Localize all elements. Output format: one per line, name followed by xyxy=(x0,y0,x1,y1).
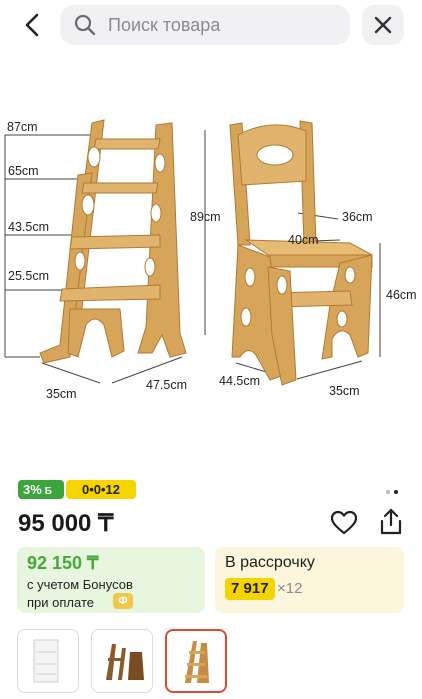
installment-amount: 7 917 xyxy=(225,578,275,600)
price: 95 000 ₸ xyxy=(18,510,114,537)
installment-badge: 0•0•12 xyxy=(66,480,136,499)
dim-label-35-left: 35cm xyxy=(46,387,77,401)
dim-label-65: 65cm xyxy=(8,164,39,178)
carousel-dot-active[interactable] xyxy=(394,490,398,494)
bonus-line1: с учетом Бонусов xyxy=(27,577,133,592)
thumbnail-3-image xyxy=(185,641,209,683)
dim-label-44-5: 44.5cm xyxy=(219,374,260,388)
bonus-badge: 3% Б xyxy=(18,480,64,499)
close-icon xyxy=(374,16,392,34)
thumbnail-1[interactable] xyxy=(17,629,79,693)
thumbnail-2-image xyxy=(106,644,144,680)
installment-multiplier: ×12 xyxy=(277,580,303,597)
installment-card[interactable]: В рассрочку 7 917 ×12 xyxy=(215,547,404,613)
installment-title: В рассрочку xyxy=(225,554,315,571)
close-button[interactable] xyxy=(362,5,404,45)
dim-label-36: 36cm xyxy=(342,210,373,224)
step-stool-illustration xyxy=(4,119,381,386)
bonus-price: 92 150 ₸ xyxy=(27,553,99,573)
top-bar: Поиск товара xyxy=(0,0,422,50)
carousel-dot[interactable] xyxy=(386,490,390,494)
search-placeholder: Поиск товара xyxy=(108,15,221,35)
dim-label-40: 40cm xyxy=(288,233,319,247)
search-icon xyxy=(74,14,96,36)
dim-label-46: 46cm xyxy=(386,288,417,302)
share-icon[interactable] xyxy=(378,508,404,536)
bonus-badge-label: 3% xyxy=(23,482,42,497)
carousel-dots xyxy=(386,481,402,499)
dim-label-25-5: 25.5cm xyxy=(8,269,49,283)
dim-label-47-5: 47.5cm xyxy=(146,378,187,392)
search-input[interactable]: Поиск товара xyxy=(60,5,350,45)
heart-icon[interactable] xyxy=(330,510,358,536)
thumbnail-3-selected[interactable] xyxy=(165,629,227,693)
dim-label-89: 89cm xyxy=(190,210,221,224)
bonus-price-card[interactable]: 92 150 ₸ с учетом Бонусов при оплате Ф xyxy=(17,547,205,613)
bonus-line2: при оплате xyxy=(27,595,94,610)
dim-label-35-right: 35cm xyxy=(329,384,360,398)
back-arrow-icon xyxy=(25,13,39,37)
coin-icon: Ф xyxy=(113,593,133,609)
back-button[interactable] xyxy=(18,10,48,40)
product-image[interactable]: 87cm 65cm 43.5cm 25.5cm 35cm 47.5cm 89cm… xyxy=(0,95,422,425)
thumbnail-1-image xyxy=(33,639,59,683)
dim-label-43-5: 43.5cm xyxy=(8,220,49,234)
dim-label-87: 87cm xyxy=(7,120,38,134)
thumbnail-2[interactable] xyxy=(91,629,153,693)
bonus-badge-icon: Б xyxy=(44,486,52,497)
